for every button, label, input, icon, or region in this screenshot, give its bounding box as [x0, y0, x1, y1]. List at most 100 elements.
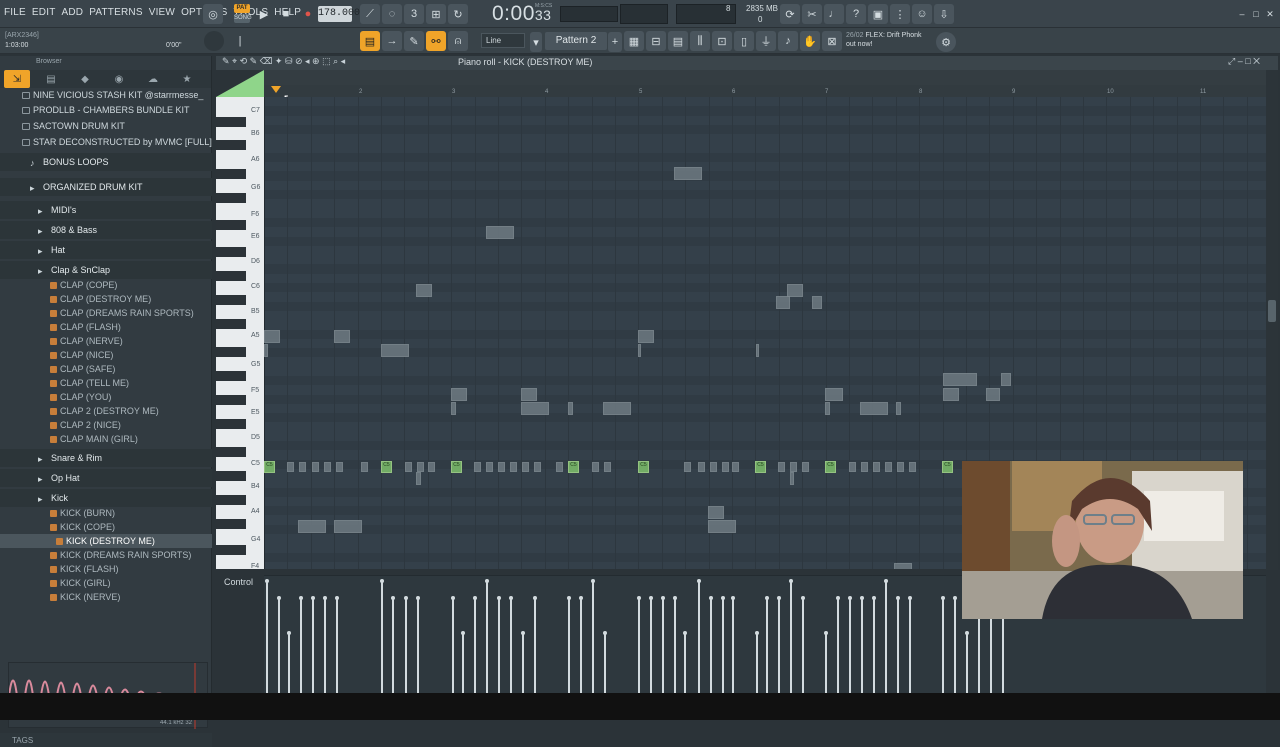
menu-view[interactable]: VIEW — [149, 7, 175, 18]
wait-icon[interactable]: ◌ — [382, 4, 402, 24]
main-volume-knob[interactable] — [204, 31, 224, 51]
velocity-bar[interactable] — [416, 596, 420, 693]
black-key[interactable] — [216, 193, 246, 203]
velocity-bar[interactable] — [836, 596, 840, 693]
file-icon[interactable]: ▯ — [734, 31, 754, 51]
black-key[interactable] — [216, 545, 246, 555]
note[interactable] — [860, 402, 888, 415]
note[interactable] — [698, 462, 705, 472]
velocity-bar[interactable] — [908, 596, 912, 693]
microphone-icon[interactable]: ♩ — [824, 4, 844, 24]
browser-file-item[interactable]: KICK (DREAMS RAIN SPORTS) — [0, 548, 212, 562]
piano-roll-title[interactable]: Piano roll - KICK (DESTROY ME) — [458, 57, 592, 67]
note[interactable] — [521, 402, 549, 415]
browser-file-item[interactable]: KICK (COPE) — [0, 520, 212, 534]
blend-icon[interactable]: ⊞ — [426, 4, 446, 24]
note[interactable] — [334, 520, 362, 533]
note[interactable] — [336, 462, 343, 472]
note[interactable] — [592, 462, 599, 472]
pattern-prev-icon[interactable]: ▾ — [530, 32, 542, 52]
note[interactable] — [521, 388, 537, 401]
tempo-tap-icon[interactable]: ♪ — [778, 31, 798, 51]
note[interactable] — [708, 520, 736, 533]
velocity-bar[interactable] — [323, 596, 327, 693]
note[interactable] — [416, 472, 421, 485]
arrow-right-icon[interactable]: → — [382, 31, 402, 51]
velocity-bar[interactable] — [509, 596, 513, 693]
note[interactable] — [812, 296, 822, 309]
browser-category-item[interactable]: ▸ Snare & Rim — [0, 449, 212, 467]
timeline-ruler[interactable] — [264, 85, 1266, 97]
note[interactable] — [603, 402, 631, 415]
pencil-icon[interactable]: ✎ — [404, 31, 424, 51]
browser-file-item[interactable]: KICK (BURN) — [0, 506, 212, 520]
play-icon[interactable]: ▶ — [254, 4, 274, 24]
undo-history-icon[interactable]: ⟳ — [780, 4, 800, 24]
velocity-bar[interactable] — [953, 596, 957, 693]
black-key[interactable] — [216, 247, 246, 257]
pat-mode-button[interactable]: PAT — [234, 4, 250, 13]
browser-category-item[interactable]: ▸ ORGANIZED DRUM KIT — [0, 178, 212, 196]
velocity-bar[interactable] — [579, 596, 583, 693]
save-icon[interactable]: ▣ — [868, 4, 888, 24]
black-key[interactable] — [216, 117, 246, 127]
black-key[interactable] — [216, 471, 246, 481]
velocity-bar[interactable] — [380, 579, 384, 693]
note[interactable] — [986, 388, 1000, 401]
black-key[interactable] — [216, 495, 246, 505]
tempo-display[interactable]: 178.000 — [318, 6, 360, 22]
master-pitch-slider[interactable] — [560, 6, 618, 22]
link-icon[interactable]: ⚯ — [426, 31, 446, 51]
velocity-bar[interactable] — [777, 596, 781, 693]
note[interactable] — [510, 462, 517, 472]
loop-record-icon[interactable]: ↻ — [448, 4, 468, 24]
black-key[interactable] — [216, 220, 246, 230]
note[interactable] — [897, 462, 904, 472]
browser-file-item[interactable]: CLAP (SAFE) — [0, 362, 212, 376]
note[interactable] — [790, 462, 797, 472]
piano-roll-shortcut-icon[interactable]: ▤ — [360, 31, 380, 51]
browser-file-item[interactable]: CLAP (COPE) — [0, 278, 212, 292]
velocity-bar[interactable] — [533, 596, 537, 693]
note[interactable] — [486, 462, 493, 472]
velocity-bar[interactable] — [649, 596, 653, 693]
note[interactable] — [909, 462, 916, 472]
note[interactable] — [674, 167, 702, 180]
velocity-bar[interactable] — [335, 596, 339, 693]
note[interactable] — [298, 520, 326, 533]
browser-file-item[interactable]: CLAP (NERVE) — [0, 334, 212, 348]
note[interactable] — [943, 373, 977, 386]
tags-bar[interactable]: TAGS — [0, 733, 212, 747]
add-pattern-icon[interactable]: + — [608, 32, 622, 52]
note[interactable] — [638, 344, 641, 357]
touch-keyboard-icon[interactable]: ✋ — [800, 31, 820, 51]
browser-category-item[interactable]: ▸ MIDI's — [0, 201, 212, 219]
note[interactable] — [556, 462, 563, 472]
menu-edit[interactable]: EDIT — [32, 7, 56, 18]
cart-icon[interactable]: ⊠ — [822, 31, 842, 51]
browser-folder-item[interactable]: STAR DECONSTRUCTED by MVMC [FULL] — [0, 135, 212, 149]
note[interactable] — [825, 388, 843, 401]
velocity-bar[interactable] — [789, 579, 793, 693]
menu-patterns[interactable]: PATTERNS — [89, 7, 142, 18]
snap-select[interactable]: Line — [481, 33, 525, 48]
browser-file-item[interactable]: KICK (FLASH) — [0, 562, 212, 576]
note[interactable] — [451, 402, 456, 415]
note[interactable] — [894, 563, 912, 569]
browser-file-item[interactable]: KICK (NERVE) — [0, 590, 212, 604]
browser-folder-item[interactable]: PRODLLB - CHAMBERS BUNDLE KIT — [0, 103, 212, 117]
note[interactable] — [428, 462, 435, 472]
velocity-bar[interactable] — [872, 596, 876, 693]
browser-files-tab-icon[interactable]: ▤ — [34, 70, 68, 88]
note[interactable] — [324, 462, 331, 472]
playlist-icon[interactable]: ▦ — [624, 31, 644, 51]
velocity-bar[interactable] — [277, 596, 281, 693]
note[interactable] — [756, 344, 759, 357]
note[interactable] — [849, 462, 856, 472]
velocity-bar[interactable] — [451, 596, 455, 693]
note[interactable] — [790, 472, 794, 485]
black-key[interactable] — [216, 347, 246, 357]
plugin-icon[interactable]: ⏚ — [756, 31, 776, 51]
browser-all-tab-icon[interactable]: ⇲ — [4, 70, 30, 88]
velocity-bar[interactable] — [709, 596, 713, 693]
